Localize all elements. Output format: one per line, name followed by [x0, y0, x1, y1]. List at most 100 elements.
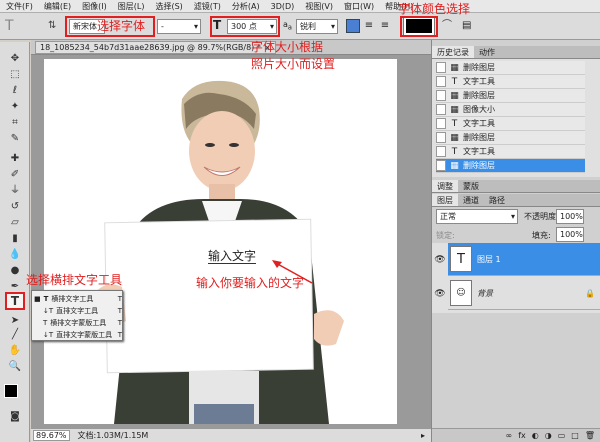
eyedropper-icon[interactable]: ✎: [6, 132, 24, 146]
opacity-input[interactable]: 100%: [556, 209, 584, 224]
menu-layer[interactable]: 图层(L): [118, 1, 145, 12]
gradient-icon[interactable]: ▮: [6, 232, 24, 246]
layer-row[interactable]: T 图层 1: [448, 243, 600, 276]
quick-mask-icon[interactable]: ◙: [6, 410, 24, 424]
trash-icon[interactable]: 🗑: [585, 431, 595, 440]
annotation-font-size-line2: 照片大小而设置: [251, 57, 336, 71]
history-item[interactable]: ▦ 图像大小: [436, 103, 585, 117]
eraser-icon[interactable]: ▱: [6, 216, 24, 230]
new-layer-icon[interactable]: □: [571, 431, 579, 440]
type-tool-flyout: ■ T 横排文字工具 T ↓T 直排文字工具 T T 横排文字蒙版工具 T ↓T 直排文字蒙版工…: [31, 290, 123, 341]
font-style-value: -: [161, 22, 164, 31]
type-icon: T: [451, 76, 458, 87]
lock-label: 锁定:: [436, 231, 455, 240]
brush-tool-icon[interactable]: ✐: [6, 168, 24, 182]
document-tab-bar: 18_1085234_54b7d31aae28639.jpg @ 89.7%(R…: [31, 40, 431, 55]
layers-list: 👁 T 图层 1 👁 ☺ 背景 🔒: [432, 243, 600, 313]
flyout-item-horizontal-mask[interactable]: T 横排文字蒙版工具 T: [34, 317, 122, 328]
fill-label: 填充:: [532, 231, 551, 240]
history-item[interactable]: ▦ 删除图层: [436, 131, 585, 145]
history-brush-icon[interactable]: ↺: [6, 200, 24, 214]
menu-view[interactable]: 视图(V): [305, 1, 333, 12]
chevron-down-icon: ▾: [193, 22, 198, 31]
dodge-tool-icon[interactable]: ●: [6, 264, 24, 278]
zoom-level[interactable]: 89.67%: [33, 430, 70, 441]
char-panel-icon[interactable]: ▤: [462, 19, 476, 33]
fx-icon[interactable]: fx: [518, 431, 526, 440]
menu-window[interactable]: 窗口(W): [344, 1, 374, 12]
horizontal-type-tool-icon[interactable]: T: [5, 292, 25, 310]
text-orientation-icon[interactable]: ⇅: [48, 19, 62, 33]
history-item[interactable]: ▦ 删除图层: [436, 61, 585, 75]
history-item[interactable]: T 文字工具: [436, 75, 585, 89]
align-left-icon[interactable]: [346, 19, 360, 33]
layer-icon: ▦: [450, 90, 459, 101]
toolbox: ✥ ⬚ ℓ ✦ ⌗ ✎ ✚ ✐ ⏚ ↺ ▱ ▮ 💧 ● ✒ T ➤ ╱ ✋ 🔍 …: [0, 42, 30, 442]
tab-channels[interactable]: 通道: [458, 194, 484, 206]
healing-brush-icon[interactable]: ✚: [6, 152, 24, 166]
path-select-icon[interactable]: ➤: [6, 314, 24, 328]
document-tab[interactable]: 18_1085234_54b7d31aae28639.jpg @ 89.7%(R…: [35, 40, 276, 54]
hand-tool-icon[interactable]: ✋: [6, 344, 24, 358]
tab-masks[interactable]: 蒙版: [458, 180, 484, 192]
layers-panel-tabs: 图层 通道 路径: [432, 194, 600, 207]
document-canvas[interactable]: 输入文字: [44, 59, 397, 424]
zoom-tool-icon[interactable]: 🔍: [6, 360, 24, 374]
tab-adjustments[interactable]: 调整: [432, 180, 458, 192]
warp-text-icon[interactable]: ⌒: [442, 19, 456, 33]
marquee-tool-icon[interactable]: ⬚: [6, 68, 24, 82]
anti-alias-value: 锐利: [300, 22, 316, 31]
magic-wand-icon[interactable]: ✦: [6, 100, 24, 114]
mask-icon[interactable]: ◐: [532, 431, 539, 440]
document-info: 文档:1.03M/1.15M: [77, 431, 149, 440]
menu-filter[interactable]: 滤镜(T): [194, 1, 221, 12]
menu-edit[interactable]: 编辑(E): [44, 1, 71, 12]
history-item[interactable]: ▦ 删除图层: [436, 89, 585, 103]
move-tool-icon[interactable]: ✥: [6, 52, 24, 66]
annotation-select-font: 选择字体: [97, 19, 146, 33]
chevron-down-icon: ▾: [510, 212, 515, 221]
align-right-icon[interactable]: ≡: [378, 19, 392, 33]
text-tool-preset-icon[interactable]: T: [5, 18, 21, 34]
status-arrow-icon[interactable]: ▸: [421, 431, 431, 440]
canvas-typed-text[interactable]: 输入文字: [208, 249, 257, 264]
tab-history[interactable]: 历史记录: [432, 46, 474, 58]
eye-icon[interactable]: 👁: [434, 243, 446, 276]
history-item[interactable]: T 文字工具: [436, 117, 585, 131]
crop-tool-icon[interactable]: ⌗: [6, 116, 24, 130]
menu-analysis[interactable]: 分析(A): [232, 1, 260, 12]
adjustment-icon[interactable]: ◑: [545, 431, 552, 440]
history-item[interactable]: T 文字工具: [436, 145, 585, 159]
flyout-item-horizontal-type[interactable]: ■ T 横排文字工具 T: [34, 293, 122, 304]
foreground-color-swatch[interactable]: [4, 384, 18, 398]
lasso-tool-icon[interactable]: ℓ: [6, 84, 24, 98]
tab-paths[interactable]: 路径: [484, 194, 510, 206]
menu-bar: 文件(F) 编辑(E) 图像(I) 图层(L) 选择(S) 滤镜(T) 分析(A…: [0, 0, 600, 13]
menu-image[interactable]: 图像(I): [82, 1, 107, 12]
menu-3d[interactable]: 3D(D): [271, 2, 295, 11]
font-style-select[interactable]: - ▾: [157, 19, 201, 34]
blur-tool-icon[interactable]: 💧: [6, 248, 24, 262]
anti-alias-select[interactable]: 锐利 ▾: [296, 19, 338, 34]
history-item-selected[interactable]: ▦ 删除图层: [436, 159, 585, 173]
layer-row[interactable]: ☺ 背景 🔒: [448, 277, 600, 310]
photo-layer-thumbnail: ☺: [450, 280, 472, 306]
eye-icon[interactable]: 👁: [434, 277, 446, 310]
flyout-item-vertical-mask[interactable]: ↓T 直排文字蒙版工具 T: [34, 329, 122, 340]
align-center-icon[interactable]: ≡: [362, 19, 376, 33]
menu-select[interactable]: 选择(S): [155, 1, 182, 12]
menu-file[interactable]: 文件(F): [6, 1, 33, 12]
history-list: ▦ 删除图层 T 文字工具 ▦ 删除图层 ▦ 图像大小 T 文字工具 ▦ 删除图层 T 文字工…: [432, 59, 600, 177]
chevron-down-icon: ▾: [330, 22, 335, 31]
line-tool-icon[interactable]: ╱: [6, 328, 24, 342]
link-icon[interactable]: ∞: [506, 431, 513, 440]
blend-mode-select[interactable]: 正常 ▾: [436, 209, 518, 224]
opacity-label: 不透明度:: [524, 212, 559, 221]
fill-input[interactable]: 100%: [556, 227, 584, 242]
flyout-item-vertical-type[interactable]: ↓T 直排文字工具 T: [34, 305, 122, 316]
clone-stamp-icon[interactable]: ⏚: [6, 184, 24, 198]
annotation-color-box: [400, 16, 438, 37]
tab-actions[interactable]: 动作: [474, 46, 500, 58]
folder-icon[interactable]: ▭: [558, 431, 566, 440]
tab-layers[interactable]: 图层: [432, 194, 458, 206]
